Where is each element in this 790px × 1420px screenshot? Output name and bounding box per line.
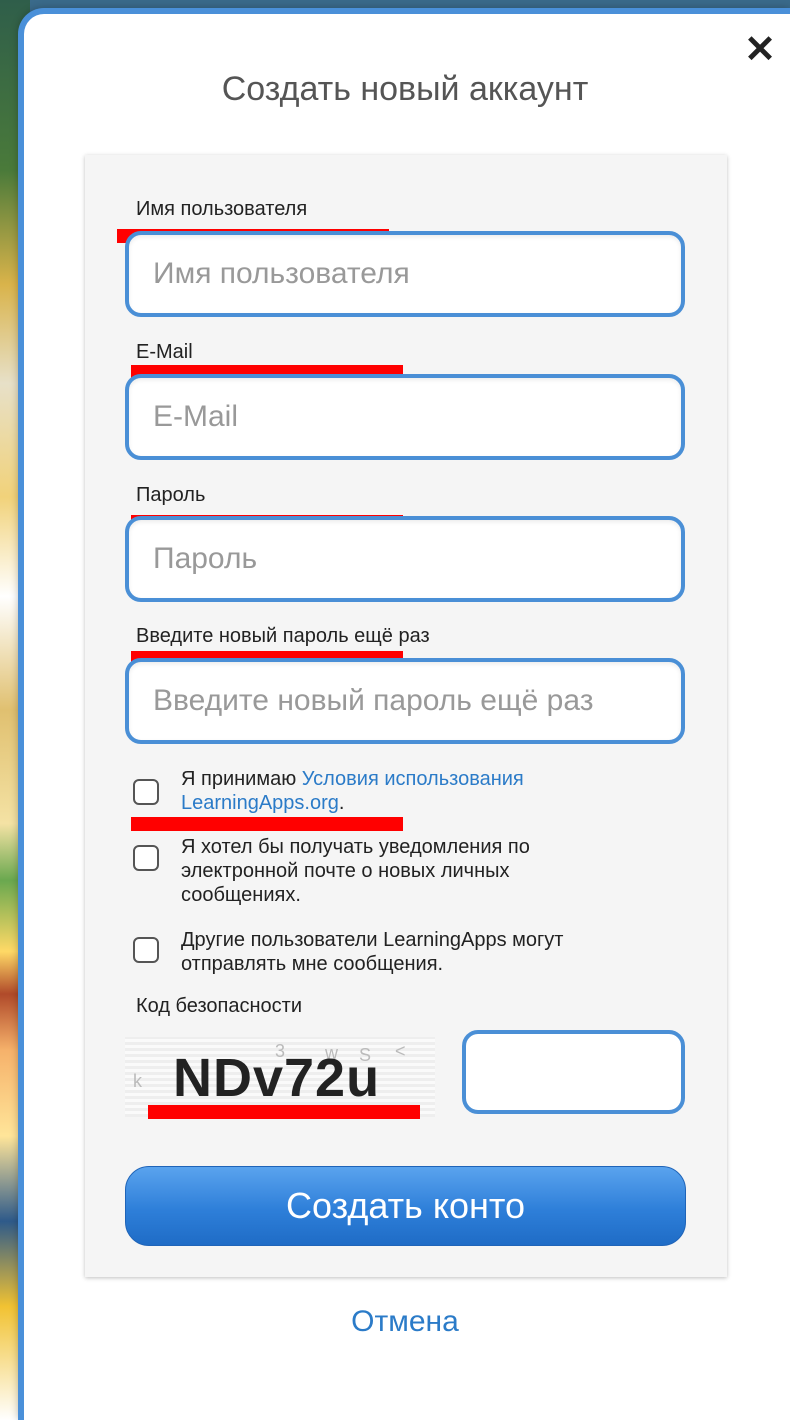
password-label: Пароль	[136, 484, 206, 506]
allow-messages-label: Другие пользователи LearningApps могут о…	[181, 929, 564, 975]
redaction-bar	[148, 1105, 420, 1119]
captcha-input[interactable]	[462, 1030, 685, 1114]
terms-checkbox[interactable]	[133, 779, 159, 805]
dialog-title: Создать новый аккаунт	[221, 70, 589, 108]
cancel-link[interactable]: Отмена	[0, 1305, 790, 1339]
password-repeat-label: Введите новый пароль ещё раз	[136, 625, 430, 647]
email-notify-checkbox[interactable]	[133, 845, 159, 871]
password-repeat-input[interactable]	[125, 658, 685, 744]
email-label: E-Mail	[136, 341, 193, 363]
email-input[interactable]	[125, 374, 685, 460]
captcha-label: Код безопасности	[136, 995, 302, 1017]
username-label: Имя пользователя	[136, 198, 308, 220]
allow-messages-checkbox[interactable]	[133, 937, 159, 963]
password-input[interactable]	[125, 516, 685, 602]
username-input[interactable]	[125, 231, 685, 317]
close-icon[interactable]: ✕	[740, 30, 780, 70]
redaction-bar	[131, 817, 403, 831]
terms-text: Я принимаю Условия использования Learnin…	[181, 768, 524, 814]
captcha-code: NDv72u	[173, 1048, 381, 1108]
email-notify-label: Я хотел бы получать уведомления по элект…	[181, 836, 530, 906]
create-account-button[interactable]: Создать конто	[125, 1166, 686, 1246]
